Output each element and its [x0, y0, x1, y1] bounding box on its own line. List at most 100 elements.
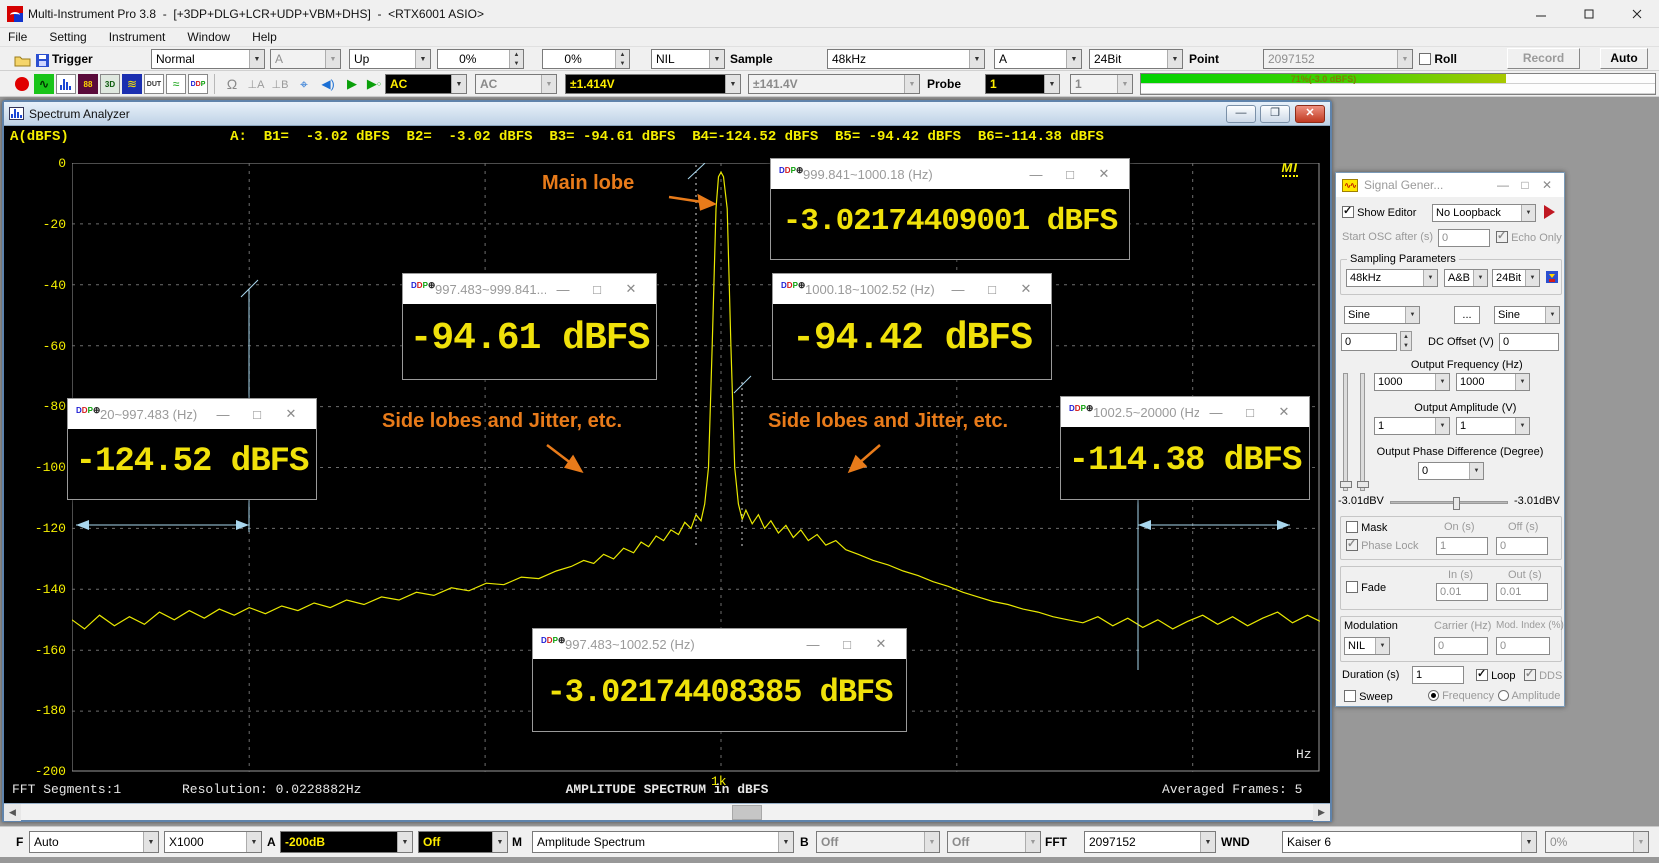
- slider-handle[interactable]: [1357, 481, 1369, 488]
- minimize-button[interactable]: —: [546, 282, 580, 297]
- menu-help[interactable]: Help: [252, 30, 277, 44]
- auto-button[interactable]: Auto: [1600, 48, 1648, 69]
- start-generator-play-icon[interactable]: [1544, 205, 1555, 219]
- speaker-icon[interactable]: ◀): [318, 74, 338, 94]
- close-button[interactable]: ✕: [1087, 166, 1121, 182]
- sample-rate-dropdown[interactable]: 48kHz▼: [827, 49, 985, 69]
- roll-checkbox-box[interactable]: [1419, 53, 1431, 65]
- menu-file[interactable]: File: [8, 30, 27, 44]
- close-button[interactable]: ✕: [1267, 404, 1301, 420]
- waveform-b-dropdown[interactable]: Sine▼: [1494, 306, 1560, 324]
- ddp-titlebar[interactable]: DDP⊕ 20~997.483 (Hz) —□✕: [68, 399, 316, 429]
- amplitude-b-dropdown[interactable]: 1▼: [1456, 417, 1530, 435]
- duration-input[interactable]: [1412, 666, 1464, 684]
- close-button[interactable]: ✕: [864, 636, 898, 652]
- probe-a-dropdown[interactable]: 1▼: [985, 74, 1060, 94]
- menu-window[interactable]: Window: [187, 30, 230, 44]
- ddp-titlebar[interactable]: DDP⊕ 1002.5~20000 (Hz) —□✕: [1061, 397, 1309, 427]
- loop-checkbox[interactable]: Loop: [1476, 669, 1516, 682]
- a-range-dropdown[interactable]: -200dB▼: [280, 831, 413, 853]
- ddp-window-b2[interactable]: DDP⊕ 999.841~1000.18 (Hz) —□✕ -3.0217440…: [770, 158, 1130, 260]
- frequency-multiplier-dropdown[interactable]: X1000▼: [164, 831, 262, 853]
- maximize-button[interactable]: □: [830, 637, 864, 652]
- signal-generator-icon[interactable]: ∿: [34, 74, 54, 94]
- ddp-window-b6[interactable]: DDP⊕ 1002.5~20000 (Hz) —□✕ -114.38 dBFS: [1060, 396, 1310, 500]
- maximize-button[interactable]: □: [240, 407, 274, 422]
- minimize-button[interactable]: —: [796, 637, 830, 652]
- minimize-button[interactable]: —: [1492, 178, 1514, 192]
- horizontal-scrollbar[interactable]: ◀ ▶: [4, 803, 1330, 820]
- sweep-checkbox-box[interactable]: [1344, 690, 1356, 702]
- ddp-window-b4[interactable]: DDP⊕ 20~997.483 (Hz) —□✕ -124.52 dBFS: [67, 398, 317, 500]
- menu-setting[interactable]: Setting: [49, 30, 86, 44]
- sg-channels-dropdown[interactable]: A&B▼: [1444, 269, 1488, 287]
- sample-bits-dropdown[interactable]: 24Bit▼: [1089, 49, 1183, 69]
- trigger-level-spinner[interactable]: 0%▲▼: [437, 49, 524, 69]
- minimize-button[interactable]: —: [1199, 405, 1233, 420]
- open-file-icon[interactable]: [12, 50, 32, 70]
- fade-checkbox-box[interactable]: [1346, 581, 1358, 593]
- scroll-left-arrow-icon[interactable]: ◀: [4, 804, 21, 821]
- device-test-plan-icon[interactable]: ≈: [166, 74, 186, 94]
- balance-slider[interactable]: [1390, 501, 1508, 504]
- waveform-more-button[interactable]: ...: [1454, 306, 1480, 324]
- mask-checkbox-box[interactable]: [1346, 521, 1358, 533]
- maximize-button[interactable]: □: [975, 282, 1009, 297]
- maximize-button[interactable]: □: [1233, 405, 1267, 420]
- oscilloscope-icon[interactable]: [12, 74, 32, 94]
- window-function-dropdown[interactable]: Kaiser 6▼: [1282, 831, 1537, 853]
- ddp-window-b5[interactable]: DDP⊕ 1000.18~1002.52 (Hz) —□✕ -94.42 dBF…: [772, 273, 1052, 380]
- scroll-right-arrow-icon[interactable]: ▶: [1313, 804, 1330, 821]
- phase-difference-dropdown[interactable]: 0▼: [1418, 462, 1484, 480]
- ddp-titlebar[interactable]: DDP⊕ 1000.18~1002.52 (Hz) —□✕: [773, 274, 1051, 304]
- sweep-frequency-radio[interactable]: Frequency: [1428, 690, 1494, 702]
- ddp-titlebar[interactable]: DDP⊕ 997.483~1002.52 (Hz) —□✕: [533, 629, 906, 659]
- dc-offset-a-input[interactable]: [1341, 333, 1397, 351]
- close-button[interactable]: ✕: [1536, 178, 1558, 192]
- a-secondary-dropdown[interactable]: Off▼: [418, 831, 508, 853]
- sample-channel-dropdown[interactable]: A▼: [994, 49, 1082, 69]
- trigger-edge-dropdown[interactable]: Up▼: [349, 49, 431, 69]
- slider-handle[interactable]: [1453, 497, 1460, 510]
- spectrum-3d-plot-icon[interactable]: 3D: [100, 74, 120, 94]
- amplitude-a-dropdown[interactable]: 1▼: [1374, 417, 1450, 435]
- play-loop-icon[interactable]: ▶○: [364, 74, 384, 94]
- sweep-checkbox[interactable]: Sweep: [1344, 690, 1393, 703]
- dut-icon[interactable]: DUT: [144, 74, 164, 94]
- signal-generator-titlebar[interactable]: ∿∿ Signal Gener... — □ ✕: [1336, 173, 1564, 197]
- ddp-titlebar[interactable]: DDP⊕ 997.483~999.841... —□✕: [403, 274, 656, 304]
- cursor-reader-icon[interactable]: ⌖: [294, 74, 314, 94]
- frequency-axis-dropdown[interactable]: Auto▼: [29, 831, 159, 853]
- maximize-button[interactable]: □: [1053, 167, 1087, 182]
- roll-checkbox[interactable]: Roll: [1419, 52, 1457, 66]
- sweep-amplitude-radio[interactable]: Amplitude: [1498, 690, 1560, 702]
- spectrum-analyzer-icon[interactable]: [56, 74, 76, 94]
- loop-checkbox-box[interactable]: [1476, 669, 1488, 681]
- modulation-type-dropdown[interactable]: NIL▼: [1344, 637, 1390, 655]
- close-button[interactable]: ✕: [274, 406, 308, 422]
- frequency-b-dropdown[interactable]: 1000▼: [1456, 373, 1530, 391]
- spectrum-window-titlebar[interactable]: Spectrum Analyzer — ❐ ✕: [4, 102, 1330, 126]
- sg-sample-rate-dropdown[interactable]: 48kHz▼: [1346, 269, 1438, 287]
- close-button[interactable]: [1615, 0, 1659, 28]
- restore-button[interactable]: ❐: [1260, 105, 1290, 123]
- measurement-mode-dropdown[interactable]: Amplitude Spectrum▼: [532, 831, 794, 853]
- dc-offset-spinner[interactable]: ▲▼: [1400, 331, 1412, 351]
- scrollbar-thumb[interactable]: [732, 805, 762, 820]
- sg-save-icon[interactable]: [1546, 269, 1560, 288]
- fft-size-dropdown[interactable]: 2097152▼: [1084, 831, 1216, 853]
- menu-instrument[interactable]: Instrument: [109, 30, 166, 44]
- trigger-delay-spinner[interactable]: 0%▲▼: [542, 49, 630, 69]
- maximize-button[interactable]: □: [1514, 178, 1536, 192]
- ddp-window-b3[interactable]: DDP⊕ 997.483~999.841... —□✕ -94.61 dBFS: [402, 273, 657, 380]
- data-logger-icon[interactable]: ≋: [122, 74, 142, 94]
- save-icon[interactable]: [32, 50, 52, 70]
- slider-handle[interactable]: [1340, 481, 1352, 488]
- show-editor-checkbox[interactable]: Show Editor: [1342, 206, 1416, 219]
- close-button[interactable]: ✕: [1295, 105, 1325, 123]
- trigger-mode-dropdown[interactable]: Normal▼: [151, 49, 265, 69]
- minimize-button[interactable]: [1519, 0, 1563, 28]
- ddp-titlebar[interactable]: DDP⊕ 999.841~1000.18 (Hz) —□✕: [771, 159, 1129, 189]
- frequency-a-dropdown[interactable]: 1000▼: [1374, 373, 1450, 391]
- minimize-button[interactable]: —: [206, 407, 240, 422]
